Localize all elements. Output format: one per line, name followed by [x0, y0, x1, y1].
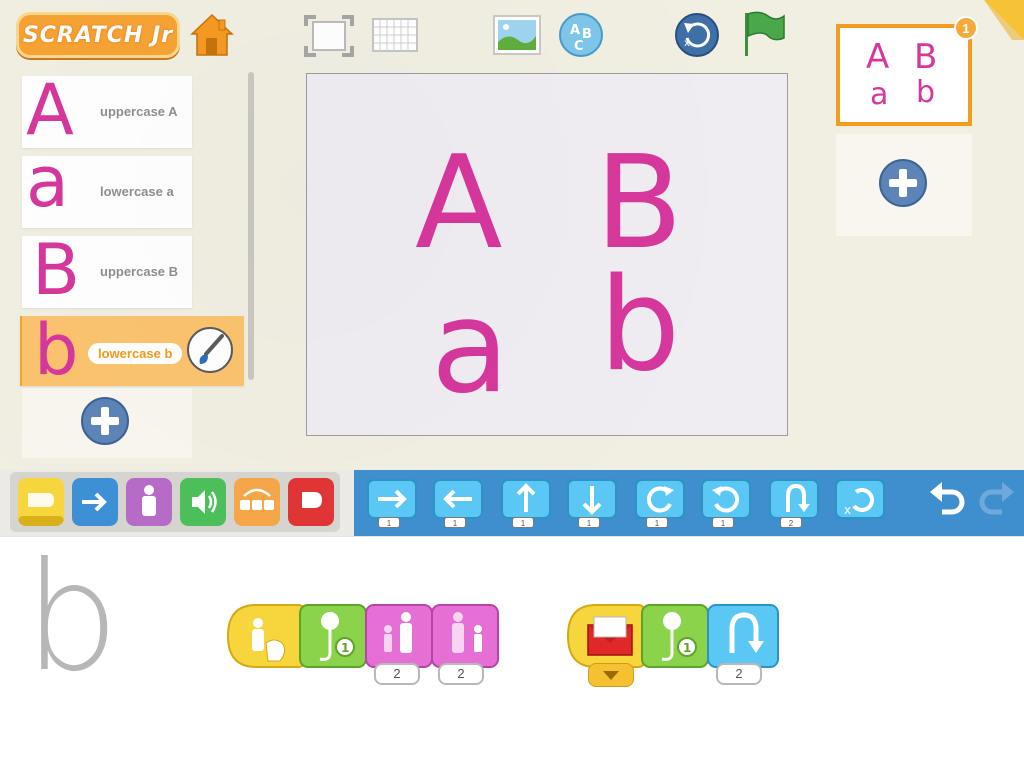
- stage-sprite-uppercase-a[interactable]: A: [415, 140, 503, 268]
- looks-blocks-category-icon[interactable]: [126, 478, 172, 526]
- block-count-label: 1: [578, 517, 600, 528]
- sound-blocks-category-icon[interactable]: [180, 478, 226, 526]
- character-card-lowercase-b[interactable]: b lowercase b: [20, 310, 244, 390]
- block-count-label: 1: [712, 517, 734, 528]
- presentation-mode-icon[interactable]: [303, 14, 355, 58]
- block-count-label: 1: [378, 517, 400, 528]
- move-right-block-icon[interactable]: [364, 476, 420, 522]
- project-info-corner-icon[interactable]: [984, 0, 1024, 40]
- script-area[interactable]: b 1 2 2 1 2: [0, 536, 1024, 768]
- block-parameter-field[interactable]: 2: [716, 663, 762, 685]
- page-thumb-letter: b: [916, 75, 936, 110]
- add-character-plus-icon[interactable]: [80, 396, 130, 446]
- block-count-label: 1: [444, 517, 466, 528]
- character-card-lowercase-a[interactable]: a lowercase a: [22, 142, 192, 228]
- character-thumbnail: a: [26, 141, 69, 223]
- character-thumbnail: B: [32, 229, 81, 311]
- undo-icon[interactable]: [926, 482, 968, 520]
- add-character-slot: [22, 388, 192, 458]
- svg-text:x: x: [684, 38, 690, 49]
- control-blocks-category-icon[interactable]: [234, 478, 280, 526]
- redo-icon[interactable]: [976, 482, 1018, 520]
- svg-text:1: 1: [683, 641, 691, 655]
- svg-text:A: A: [570, 23, 580, 38]
- character-list: A uppercase A a lowercase a B uppercase …: [20, 70, 248, 458]
- character-thumbnail: b: [34, 309, 79, 391]
- page-thumb-letter: B: [914, 37, 938, 77]
- page-thumbnail-1[interactable]: A B a b: [836, 24, 972, 126]
- character-list-scrollbar[interactable]: [248, 72, 254, 380]
- character-thumbnail: A: [26, 69, 74, 151]
- block-count-label: 1: [512, 517, 534, 528]
- character-name-label: uppercase A: [100, 104, 178, 119]
- svg-text:C: C: [574, 39, 584, 54]
- background-icon[interactable]: [492, 14, 542, 56]
- text-icon[interactable]: A B C: [558, 12, 604, 58]
- block-category-tray: [10, 472, 340, 532]
- stage-sprite-lowercase-b[interactable]: b: [599, 262, 680, 390]
- chevron-down-icon: [603, 671, 619, 680]
- block-parameter-field[interactable]: 2: [438, 663, 484, 685]
- home-icon[interactable]: [190, 12, 234, 58]
- page-thumb-letter: a: [870, 77, 889, 112]
- message-color-dropdown[interactable]: [588, 663, 634, 687]
- say-block-icon[interactable]: 1: [640, 603, 712, 669]
- turn-right-block-icon[interactable]: [632, 476, 688, 522]
- character-card-uppercase-b[interactable]: B uppercase B: [22, 230, 192, 310]
- block-parameter-field[interactable]: 2: [374, 663, 420, 685]
- stage-sprite-lowercase-a[interactable]: a: [431, 284, 509, 412]
- hop-block-icon[interactable]: [766, 476, 822, 522]
- page-thumb-letter: A: [866, 37, 890, 77]
- editor-top-area: SCRATCH Jr A B C x A uppercase A a lower…: [0, 0, 1024, 470]
- start-on-tap-block-icon[interactable]: [226, 603, 308, 669]
- go-home-block-icon[interactable]: x: [832, 476, 888, 522]
- end-blocks-category-icon[interactable]: [288, 478, 334, 526]
- add-page-plus-icon[interactable]: [878, 158, 928, 208]
- selected-sprite-watermark: b: [24, 531, 120, 705]
- page-number-badge: 1: [954, 16, 978, 40]
- block-count-label: 2: [780, 517, 802, 528]
- motion-blocks-strip: x 1 1 1 1 1 1 2: [354, 470, 1024, 536]
- character-name-label: lowercase b: [88, 343, 183, 364]
- shrink-block-icon[interactable]: [430, 603, 504, 669]
- reset-characters-icon[interactable]: x: [674, 12, 720, 58]
- say-block-icon[interactable]: 1: [298, 603, 370, 669]
- svg-text:x: x: [844, 503, 851, 517]
- grid-icon[interactable]: [372, 18, 418, 52]
- triggering-blocks-category-icon[interactable]: [18, 478, 64, 526]
- stage-sprite-uppercase-b[interactable]: B: [595, 140, 683, 268]
- logo-text: SCRATCH Jr: [22, 22, 174, 48]
- character-name-label: lowercase a: [100, 184, 174, 199]
- scratchjr-logo: SCRATCH Jr: [16, 12, 180, 58]
- block-count-label: 1: [646, 517, 668, 528]
- svg-text:1: 1: [341, 641, 349, 655]
- paint-editor-icon[interactable]: [186, 326, 234, 374]
- hop-block-icon[interactable]: [706, 603, 782, 669]
- add-page-slot: [836, 134, 972, 236]
- move-up-block-icon[interactable]: [498, 476, 554, 522]
- move-left-block-icon[interactable]: [430, 476, 486, 522]
- move-down-block-icon[interactable]: [564, 476, 620, 522]
- character-name-label: uppercase B: [100, 264, 179, 279]
- shrink-block-icon[interactable]: [364, 603, 436, 669]
- turn-left-block-icon[interactable]: [698, 476, 754, 522]
- stage-canvas[interactable]: A B a b: [306, 73, 788, 436]
- character-card-uppercase-a[interactable]: A uppercase A: [22, 70, 192, 150]
- motion-blocks-category-icon[interactable]: [72, 478, 118, 526]
- start-on-message-block-icon[interactable]: [566, 603, 648, 669]
- green-flag-icon[interactable]: [740, 10, 786, 58]
- block-palette-bar: x 1 1 1 1 1 1 2: [0, 470, 1024, 536]
